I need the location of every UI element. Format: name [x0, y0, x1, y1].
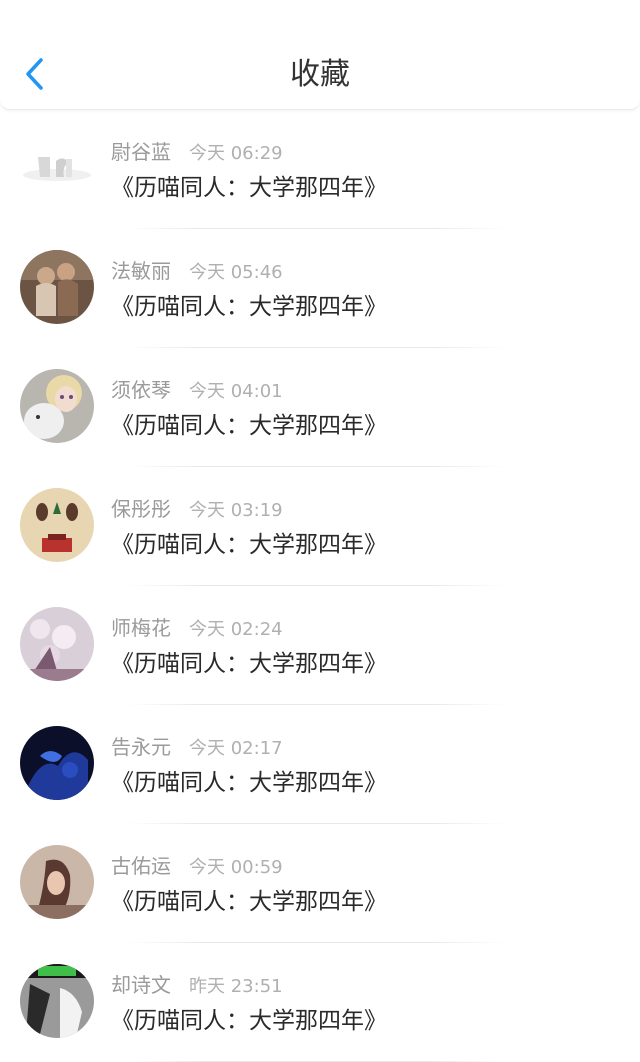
- user-name: 尉谷蓝: [111, 140, 171, 164]
- user-name: 法敏丽: [111, 259, 171, 283]
- list-item[interactable]: 告永元 今天 02:17 《历喵同人：大学那四年》: [0, 705, 640, 824]
- user-name: 须依琴: [111, 378, 171, 402]
- list-item[interactable]: 法敏丽 今天 05:46 《历喵同人：大学那四年》: [0, 229, 640, 348]
- avatar[interactable]: [20, 607, 94, 681]
- timestamp: 今天 06:29: [189, 143, 283, 164]
- avatar[interactable]: [20, 964, 94, 1038]
- top-bar: 收藏: [0, 0, 640, 110]
- item-title[interactable]: 《历喵同人：大学那四年》: [111, 168, 387, 202]
- user-name: 保彤彤: [111, 497, 171, 521]
- timestamp: 今天 03:19: [189, 500, 283, 521]
- list-item[interactable]: 师梅花 今天 02:24 《历喵同人：大学那四年》: [0, 586, 640, 705]
- user-name: 古佑运: [111, 854, 171, 878]
- list-item[interactable]: 却诗文 昨天 23:51 《历喵同人：大学那四年》: [0, 943, 640, 1062]
- item-title[interactable]: 《历喵同人：大学那四年》: [111, 406, 387, 440]
- user-name: 告永元: [111, 735, 171, 759]
- avatar[interactable]: [20, 488, 94, 562]
- timestamp: 今天 05:46: [189, 262, 283, 283]
- item-title[interactable]: 《历喵同人：大学那四年》: [111, 644, 387, 678]
- user-name: 师梅花: [111, 616, 171, 640]
- timestamp: 今天 02:24: [189, 619, 283, 640]
- timestamp: 今天 04:01: [189, 381, 283, 402]
- item-title[interactable]: 《历喵同人：大学那四年》: [111, 1001, 387, 1035]
- item-title[interactable]: 《历喵同人：大学那四年》: [111, 287, 387, 321]
- item-title[interactable]: 《历喵同人：大学那四年》: [111, 763, 387, 797]
- list-item[interactable]: 须依琴 今天 04:01 《历喵同人：大学那四年》: [0, 348, 640, 467]
- avatar[interactable]: [20, 250, 94, 324]
- timestamp: 昨天 23:51: [189, 976, 283, 997]
- list-item[interactable]: 古佑运 今天 00:59 《历喵同人：大学那四年》: [0, 824, 640, 943]
- favorites-list: 尉谷蓝 今天 06:29 《历喵同人：大学那四年》 法敏丽 今天 05:46 《…: [0, 110, 640, 1062]
- page-title: 收藏: [290, 57, 350, 92]
- user-name: 却诗文: [111, 973, 171, 997]
- timestamp: 今天 00:59: [189, 857, 283, 878]
- avatar[interactable]: [20, 131, 94, 205]
- timestamp: 今天 02:17: [189, 738, 283, 759]
- list-item[interactable]: 尉谷蓝 今天 06:29 《历喵同人：大学那四年》: [0, 110, 640, 229]
- avatar[interactable]: [20, 369, 94, 443]
- item-title[interactable]: 《历喵同人：大学那四年》: [111, 882, 387, 916]
- avatar[interactable]: [20, 845, 94, 919]
- item-title[interactable]: 《历喵同人：大学那四年》: [111, 525, 387, 559]
- list-item[interactable]: 保彤彤 今天 03:19 《历喵同人：大学那四年》: [0, 467, 640, 586]
- avatar[interactable]: [20, 726, 94, 800]
